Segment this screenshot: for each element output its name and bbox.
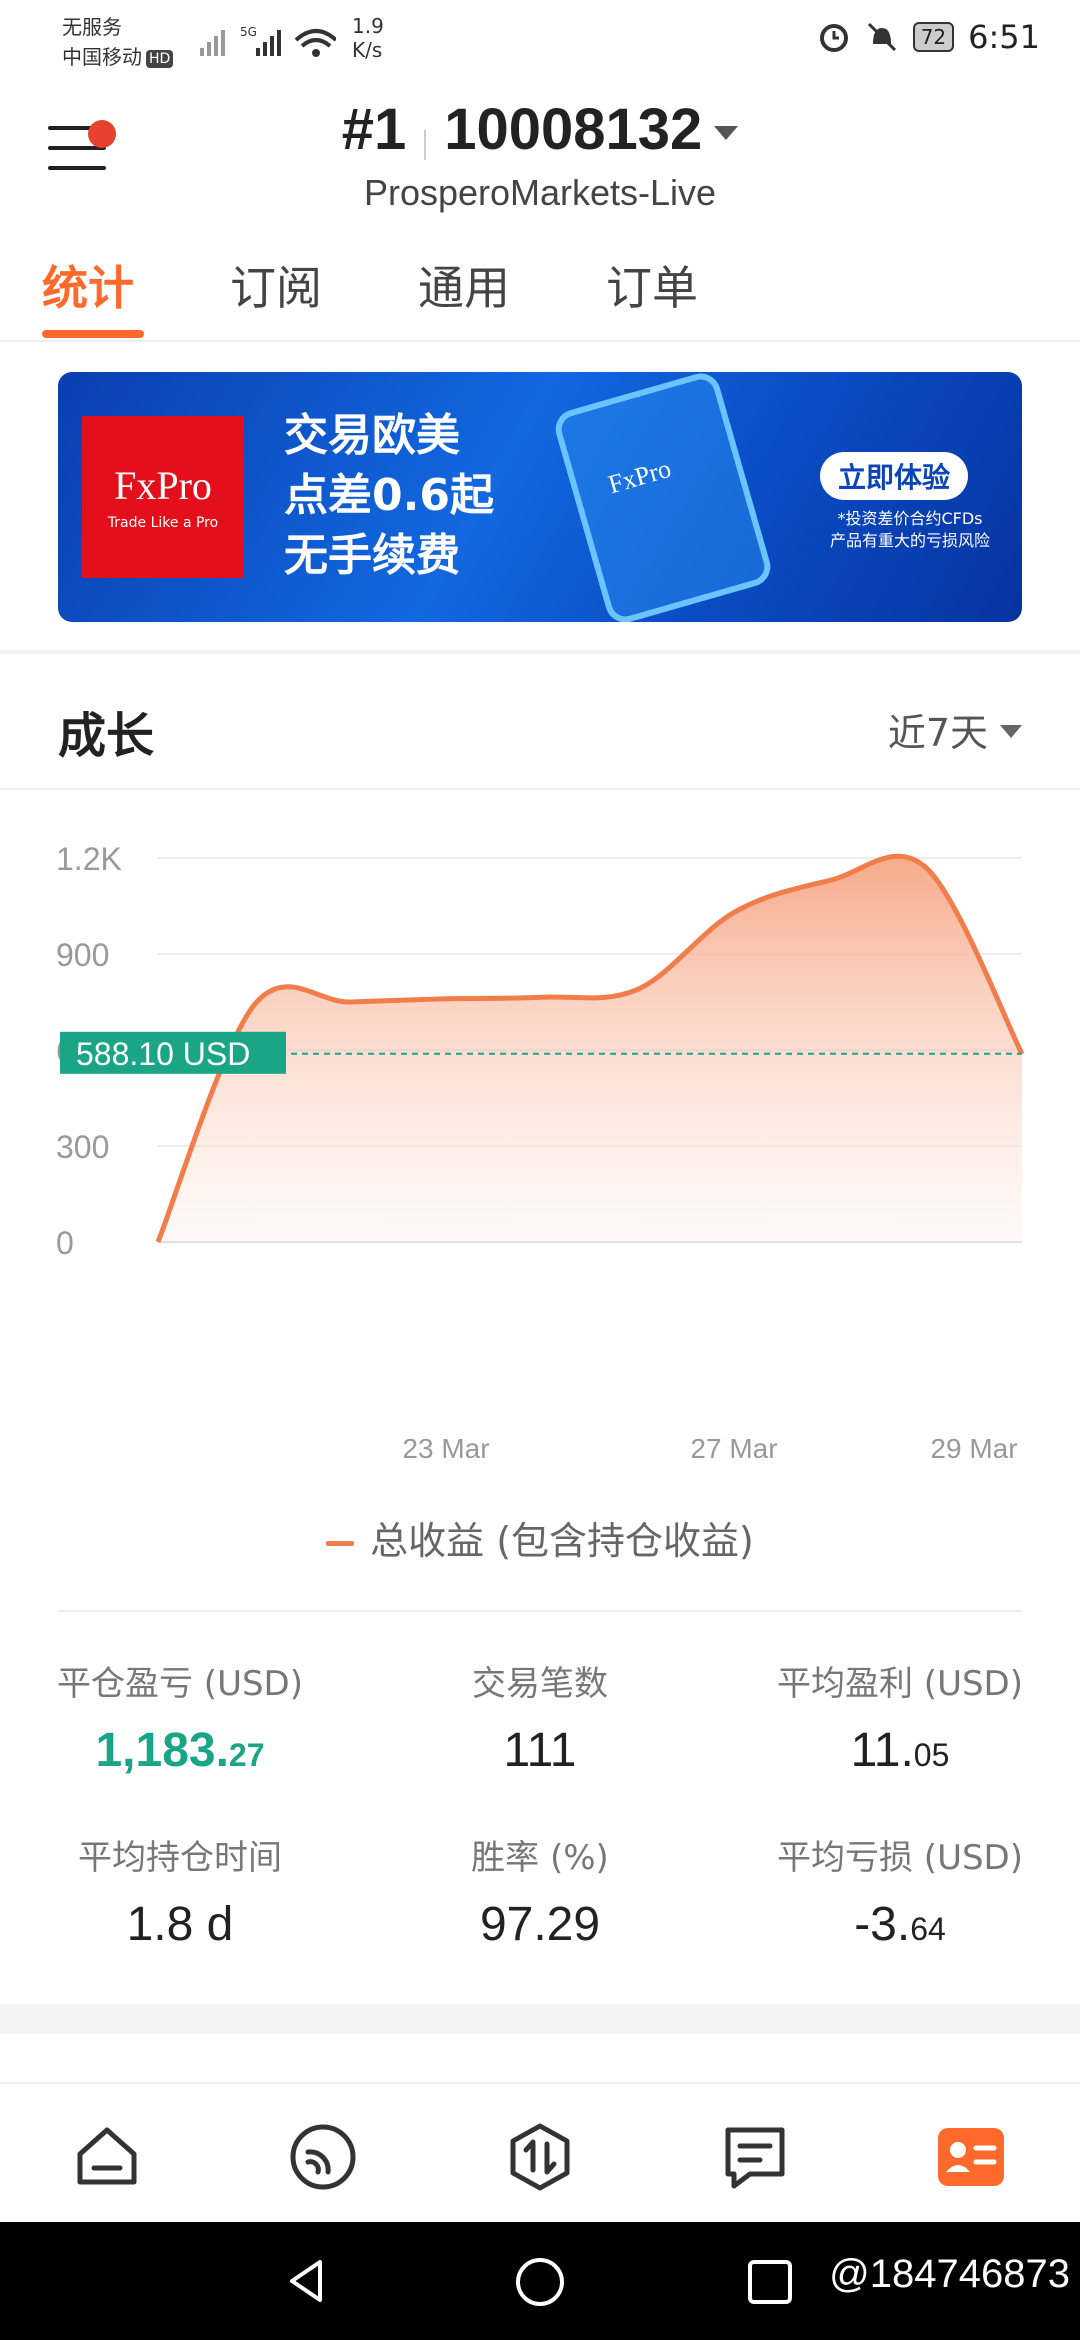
promo-banner[interactable]: FxPro Trade Like a Pro 交易欧美 点差0.6起 无手续费 …	[58, 372, 1022, 622]
hd-badge: HD	[146, 49, 174, 68]
network-speed: 1.9 K/s	[352, 14, 384, 62]
stat-trade-count: 交易笔数 111	[360, 1656, 720, 1778]
clock: 6:51	[968, 18, 1040, 56]
active-tab-indicator	[42, 330, 144, 338]
y-tick-label: 900	[56, 937, 109, 973]
bottom-navigation	[0, 2082, 1080, 2222]
stat-value: 1.8 d	[126, 1898, 234, 1951]
banner-disclaimer: *投资差价合约CFDs 产品有重大的亏损风险	[829, 509, 990, 550]
stat-closed-pnl: 平仓盈亏 (USD) 1,183.27	[0, 1656, 360, 1778]
fxpro-logo: FxPro Trade Like a Pro	[82, 416, 244, 578]
account-number: 10008132	[444, 97, 703, 162]
tab-statistics[interactable]: 统计	[42, 252, 134, 318]
carrier-line2: 中国移动	[62, 45, 142, 69]
account-header: #1 10008132 ProsperoMarkets-Live	[0, 90, 1080, 220]
server-name: ProsperoMarkets-Live	[363, 172, 717, 213]
status-bar: 无服务 中国移动 HD 5G 1.9 K/s 72 6:51	[0, 0, 1080, 80]
stat-value: 97.29	[479, 1898, 601, 1951]
stat-value: 111	[503, 1724, 577, 1777]
stat-avg-loss: 平均亏损 (USD) -3.64	[720, 1830, 1080, 1952]
current-value-label: 588.10 USD	[76, 1036, 250, 1072]
trade-icon[interactable]	[505, 2122, 575, 2192]
banner-title: 交易欧美 点差0.6起 无手续费	[284, 410, 494, 581]
y-tick-label: 0	[56, 1225, 74, 1261]
mute-icon	[867, 22, 896, 52]
signal-wifi-icon: 5G	[200, 25, 336, 57]
back-icon[interactable]	[282, 2256, 332, 2306]
legend-swatch	[326, 1541, 355, 1546]
message-icon[interactable]	[720, 2122, 790, 2192]
growth-chart: 1.2K9006003000 588.10 USD 23 Mar27 Mar29…	[56, 841, 1025, 1464]
caret-down-icon	[714, 125, 739, 140]
tab-orders[interactable]: 订单	[606, 252, 698, 318]
stat-win-rate: 胜率 (%) 97.29	[360, 1830, 720, 1952]
recents-icon[interactable]	[746, 2256, 796, 2306]
range-selector[interactable]: 近7天	[888, 702, 1022, 757]
watermark: @184746873	[829, 2252, 1070, 2296]
stat-value: -3.64	[854, 1898, 946, 1951]
home-circle-icon[interactable]	[514, 2256, 566, 2308]
section-separator	[0, 2004, 1080, 2034]
signal-icon[interactable]	[288, 2122, 358, 2192]
tab-subscribe[interactable]: 订阅	[230, 252, 322, 318]
stat-avg-profit: 平均盈利 (USD) 11.05	[720, 1656, 1080, 1778]
tab-general[interactable]: 通用	[418, 252, 510, 318]
caret-down-icon	[1000, 725, 1022, 738]
banner-cta-button[interactable]: 立即体验	[820, 452, 969, 500]
divider	[58, 1610, 1022, 1612]
x-tick-label: 23 Mar	[402, 1433, 489, 1464]
network-type: 5G	[240, 25, 257, 39]
growth-area	[158, 856, 1022, 1242]
stat-value: 1,183.27	[95, 1724, 265, 1777]
legend-label: 总收益 (包含持仓收益)	[370, 1519, 754, 1563]
growth-section-header: 成长 近7天	[0, 658, 1080, 790]
carrier-line1: 无服务	[62, 15, 122, 39]
y-tick-label: 300	[56, 1129, 109, 1165]
phone-illustration	[550, 372, 776, 622]
chart-legend: 总收益 (包含持仓收益)	[0, 1510, 1080, 1565]
y-tick-label: 1.2K	[56, 841, 122, 877]
alarm-icon	[819, 24, 848, 52]
carrier-info: 无服务 中国移动 HD	[62, 12, 174, 72]
growth-title: 成长	[58, 708, 155, 764]
account-rank: #1	[341, 97, 407, 162]
stat-value: 11.05	[850, 1724, 950, 1777]
battery-indicator: 72	[912, 22, 955, 52]
stat-avg-hold-time: 平均持仓时间 1.8 d	[0, 1830, 360, 1952]
profile-card-icon[interactable]	[936, 2122, 1006, 2192]
home-icon[interactable]	[72, 2122, 142, 2192]
x-tick-label: 29 Mar	[930, 1433, 1017, 1464]
account-selector[interactable]: #1 10008132	[0, 96, 1080, 163]
tab-bar: 统计 订阅 通用 订单	[0, 246, 1080, 342]
system-navigation-bar: @184746873	[0, 2222, 1080, 2340]
x-tick-label: 27 Mar	[690, 1433, 777, 1464]
